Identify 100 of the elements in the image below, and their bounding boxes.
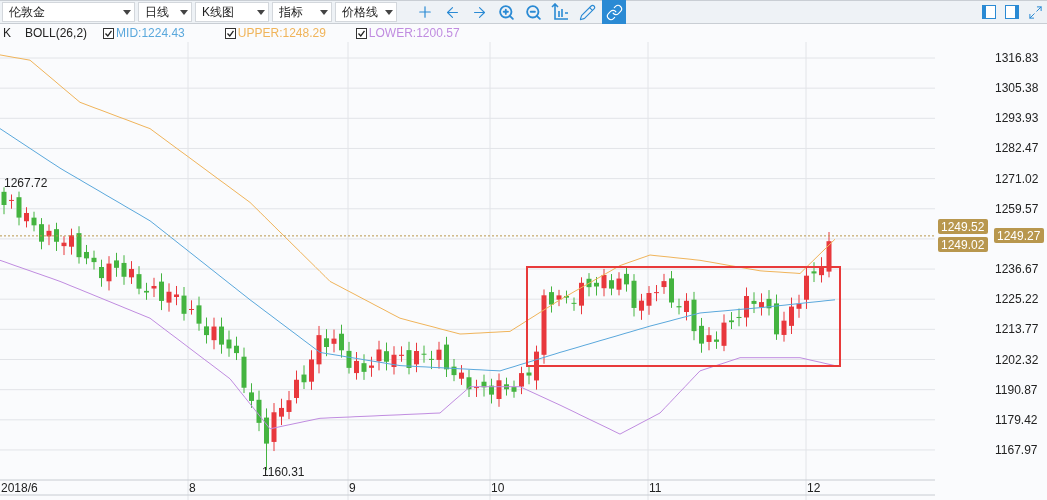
x-axis-label: 12	[807, 481, 821, 495]
y-axis-label: 1271.02	[995, 171, 1039, 186]
y-axis-label: 1179.42	[995, 412, 1038, 427]
dropdown[interactable]: 指标	[272, 2, 332, 22]
candlestick	[534, 345, 539, 391]
caret-icon	[320, 9, 328, 15]
dropdown[interactable]: 日线	[138, 2, 192, 22]
candlestick	[729, 311, 734, 330]
candlestick	[271, 402, 277, 452]
candlestick	[811, 261, 817, 283]
candlestick	[676, 298, 682, 315]
legend-value: LOWER:1200.57	[368, 26, 460, 40]
candlestick	[31, 211, 37, 232]
candlestick	[46, 224, 52, 246]
candlestick	[661, 273, 667, 295]
candlestick	[189, 299, 194, 316]
candlestick	[309, 349, 314, 391]
candlestick	[556, 289, 562, 307]
candlestick	[609, 273, 614, 296]
candlestick	[316, 325, 322, 374]
candlestick	[234, 336, 239, 361]
series-label: K	[3, 26, 11, 40]
candlestick	[549, 285, 554, 314]
candlestick	[159, 272, 164, 311]
legend-value: MID:1224.43	[116, 26, 185, 40]
candlestick	[61, 235, 67, 256]
candlestick	[691, 291, 697, 341]
candlestick	[436, 341, 442, 370]
candlestick	[496, 373, 502, 408]
dropdown[interactable]: K线图	[195, 2, 269, 22]
caret-icon	[257, 9, 265, 15]
legend-value: UPPER:1248.29	[237, 26, 326, 40]
candlestick	[511, 380, 517, 399]
candlestick	[466, 369, 472, 398]
candlestick	[774, 294, 779, 341]
candlestick	[294, 370, 299, 404]
candlestick	[421, 345, 427, 364]
low-price-label: 1160.31	[262, 465, 305, 479]
x-axis-label: 10	[491, 481, 505, 495]
checkbox[interactable]	[355, 27, 367, 39]
candlestick	[759, 292, 764, 317]
checkbox[interactable]	[224, 27, 236, 39]
candlestick	[331, 329, 337, 353]
caret-icon	[123, 9, 131, 15]
candlestick	[354, 351, 359, 381]
candlestick	[586, 272, 592, 297]
y-axis-label: 1305.38	[995, 81, 1039, 96]
candlestick	[631, 273, 637, 317]
x-axis-label: 11	[649, 481, 662, 495]
tool-button[interactable]	[602, 0, 626, 24]
candlestick	[324, 328, 329, 357]
candlestick	[819, 256, 824, 283]
candlestick	[181, 286, 187, 322]
candlestick	[361, 353, 367, 381]
y-axis-label: 1190.87	[995, 382, 1038, 397]
candlestick	[796, 294, 802, 319]
candlestick	[91, 250, 97, 271]
candlestick	[714, 330, 719, 350]
candlestick	[721, 313, 727, 352]
caret-icon	[180, 9, 188, 15]
candlestick	[151, 277, 157, 298]
candlestick	[526, 365, 532, 385]
candlestick	[699, 317, 704, 354]
axis-icon	[551, 3, 569, 21]
candlestick	[766, 289, 772, 316]
price-tag: 1249.27	[994, 228, 1044, 243]
candlestick	[211, 317, 217, 350]
candlestick	[114, 252, 119, 278]
candlestick	[24, 206, 29, 228]
candlestick	[196, 296, 202, 332]
candlestick	[241, 347, 247, 394]
candlestick	[444, 336, 449, 378]
candlestick	[384, 342, 389, 371]
candlestick	[76, 225, 82, 265]
price-tag: 1249.02	[938, 237, 988, 252]
price-tag: 1249.52	[938, 219, 988, 234]
dropdown[interactable]: 伦敦金	[2, 2, 135, 22]
candlestick	[736, 308, 742, 327]
candlestick	[166, 282, 172, 313]
high-price-label: 1267.72	[4, 176, 48, 190]
candlestick	[654, 284, 659, 302]
candlestick	[639, 293, 644, 321]
dropdown[interactable]: 价格线	[335, 2, 397, 22]
candlestick	[301, 364, 307, 390]
candlestick	[9, 194, 14, 210]
checkbox[interactable]	[103, 27, 115, 39]
candlestick	[826, 231, 832, 278]
candlestick	[144, 282, 149, 301]
candlestick	[346, 341, 352, 375]
candlestick	[804, 266, 809, 310]
candlestick	[594, 276, 599, 296]
y-axis-label: 1282.47	[995, 141, 1039, 156]
candlestick	[226, 330, 232, 358]
candlestick	[646, 285, 652, 316]
candlestick	[406, 341, 412, 375]
y-axis-label: 1202.32	[995, 352, 1039, 367]
indicator-label: BOLL(26,2)	[25, 26, 88, 40]
candlestick	[744, 287, 749, 328]
candlestick	[504, 377, 509, 397]
y-axis-label: 1213.77	[995, 322, 1039, 337]
